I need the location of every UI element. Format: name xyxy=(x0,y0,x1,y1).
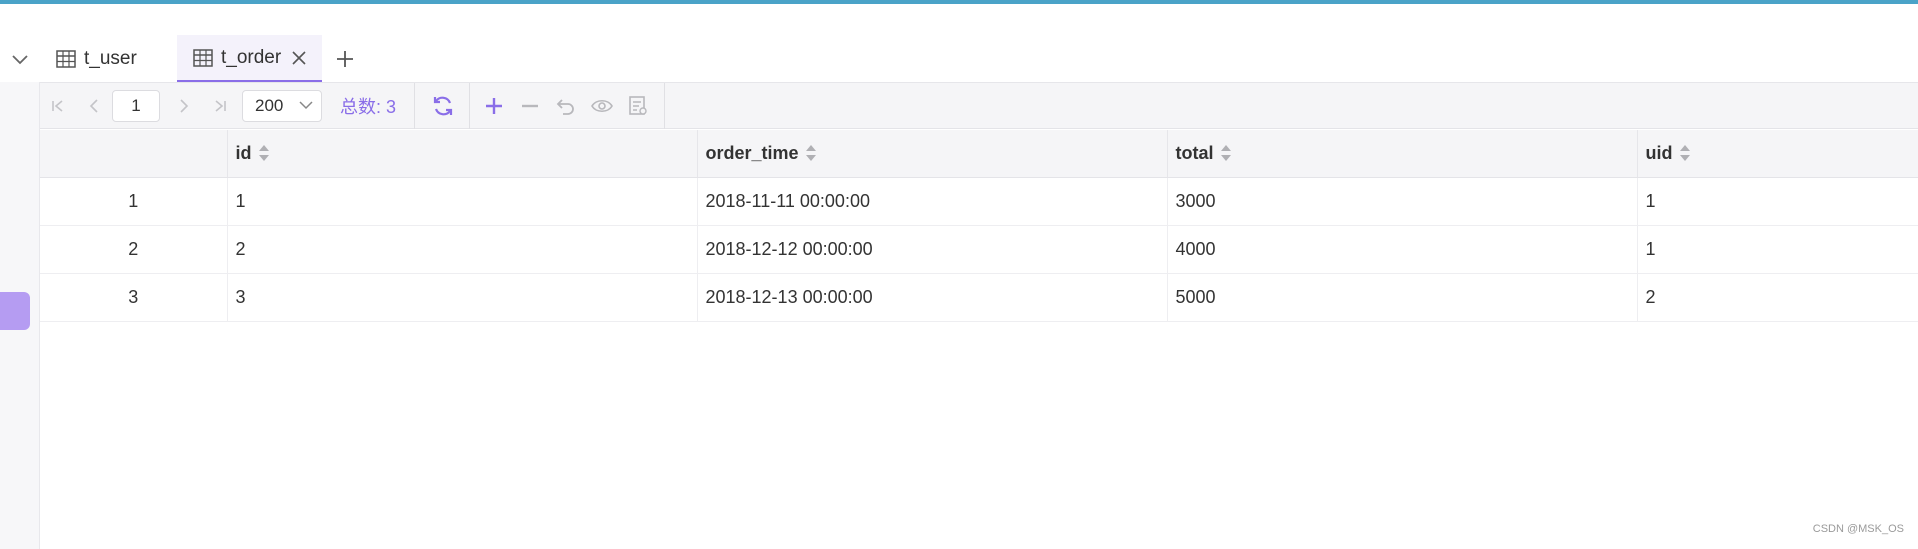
row-number-header xyxy=(40,130,228,178)
page-number-input[interactable] xyxy=(112,89,160,122)
first-page-button[interactable] xyxy=(40,83,76,129)
table-icon xyxy=(193,48,213,67)
tab-bar: t_user t_order xyxy=(40,35,368,82)
sort-icon[interactable] xyxy=(1220,144,1232,162)
cell-id[interactable]: 1 xyxy=(227,177,698,226)
data-toolbar: 200 总数: 3 xyxy=(40,82,1918,129)
row-number[interactable]: 3 xyxy=(40,273,228,322)
sort-icon[interactable] xyxy=(805,144,817,162)
sort-icon[interactable] xyxy=(1679,144,1691,162)
prev-page-button[interactable] xyxy=(76,83,112,129)
save-changes-button[interactable] xyxy=(620,83,656,129)
column-header-label: id xyxy=(235,142,252,163)
header-row: id order_time total uid xyxy=(40,130,1918,178)
tab-t-user[interactable]: t_user xyxy=(40,35,177,82)
cell-total[interactable]: 4000 xyxy=(1167,225,1638,274)
sort-icon[interactable] xyxy=(258,144,270,162)
close-tab-button[interactable] xyxy=(292,50,306,65)
column-header-uid[interactable]: uid xyxy=(1637,130,1918,178)
chevron-down-icon xyxy=(299,101,313,110)
page-size-select[interactable]: 200 xyxy=(242,89,322,122)
table-icon xyxy=(56,49,76,68)
chevron-left-icon xyxy=(89,98,98,113)
preview-button[interactable] xyxy=(584,83,620,129)
cell-order-time[interactable]: 2018-12-13 00:00:00 xyxy=(697,273,1168,322)
row-number[interactable]: 2 xyxy=(40,225,228,274)
first-page-icon xyxy=(52,99,63,112)
chevron-down-icon xyxy=(12,55,28,65)
document-save-icon xyxy=(629,95,647,115)
column-header-order-time[interactable]: order_time xyxy=(697,130,1168,178)
add-tab-button[interactable] xyxy=(322,35,368,82)
last-page-button[interactable] xyxy=(202,83,238,129)
toolbar-divider xyxy=(664,82,666,129)
cell-uid[interactable]: 1 xyxy=(1637,177,1918,226)
delete-row-button[interactable] xyxy=(512,83,548,129)
top-accent-bar xyxy=(0,0,1918,4)
column-header-id[interactable]: id xyxy=(227,130,698,178)
table-row[interactable]: 2 2 2018-12-12 00:00:00 4000 1 xyxy=(40,225,1918,274)
cell-total[interactable]: 3000 xyxy=(1167,177,1638,226)
tab-label: t_user xyxy=(84,47,137,69)
tab-t-order[interactable]: t_order xyxy=(177,35,322,82)
plus-icon xyxy=(337,50,353,67)
plus-icon xyxy=(486,97,503,114)
collapse-chevron-button[interactable] xyxy=(0,40,40,80)
cell-order-time[interactable]: 2018-12-12 00:00:00 xyxy=(697,225,1168,274)
table-row[interactable]: 3 3 2018-12-13 00:00:00 5000 2 xyxy=(40,273,1918,322)
refresh-button[interactable] xyxy=(425,83,461,129)
cell-uid[interactable]: 1 xyxy=(1637,225,1918,274)
undo-icon xyxy=(556,98,574,115)
data-grid: id order_time total uid 1 1 2018-11-11 0… xyxy=(40,130,1918,322)
column-header-total[interactable]: total xyxy=(1167,130,1638,178)
toolbar-divider xyxy=(469,82,471,129)
cell-uid[interactable]: 2 xyxy=(1637,273,1918,322)
cell-id[interactable]: 2 xyxy=(227,225,698,274)
refresh-icon xyxy=(433,96,453,115)
minus-icon xyxy=(522,104,539,107)
left-rail xyxy=(0,82,40,549)
cell-order-time[interactable]: 2018-11-11 00:00:00 xyxy=(697,177,1168,226)
table-row[interactable]: 1 1 2018-11-11 00:00:00 3000 1 xyxy=(40,177,1918,226)
cell-id[interactable]: 3 xyxy=(227,273,698,322)
page-size-value: 200 xyxy=(255,95,284,115)
column-header-label: order_time xyxy=(705,142,799,163)
chevron-right-icon xyxy=(180,98,189,113)
column-header-label: uid xyxy=(1645,142,1673,163)
cell-total[interactable]: 5000 xyxy=(1167,273,1638,322)
toolbar-divider xyxy=(414,82,416,129)
watermark: CSDN @MSK_OS xyxy=(1812,523,1904,535)
column-header-label: total xyxy=(1175,142,1214,163)
rail-active-marker[interactable] xyxy=(0,292,30,330)
eye-icon xyxy=(591,99,613,112)
close-icon xyxy=(292,50,306,65)
add-row-button[interactable] xyxy=(476,83,512,129)
next-page-button[interactable] xyxy=(166,83,202,129)
tab-label: t_order xyxy=(221,46,282,68)
row-number[interactable]: 1 xyxy=(40,177,228,226)
total-count-label: 总数: 3 xyxy=(340,96,397,117)
last-page-icon xyxy=(215,99,226,112)
undo-button[interactable] xyxy=(548,83,584,129)
